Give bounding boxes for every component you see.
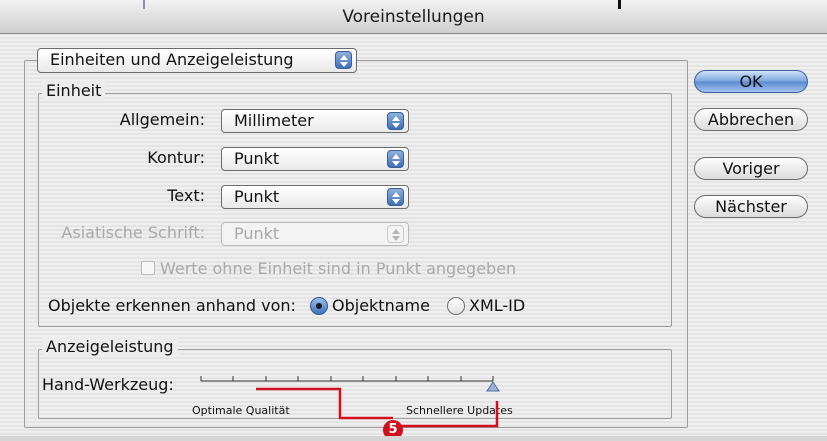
- previous-button[interactable]: Voriger: [694, 157, 808, 180]
- ok-button[interactable]: OK: [694, 70, 808, 93]
- cancel-button[interactable]: Abbrechen: [694, 108, 808, 131]
- window-bottom-edge: [0, 436, 827, 441]
- annotation-lines: [256, 387, 499, 428]
- next-button[interactable]: Nächster: [694, 195, 808, 218]
